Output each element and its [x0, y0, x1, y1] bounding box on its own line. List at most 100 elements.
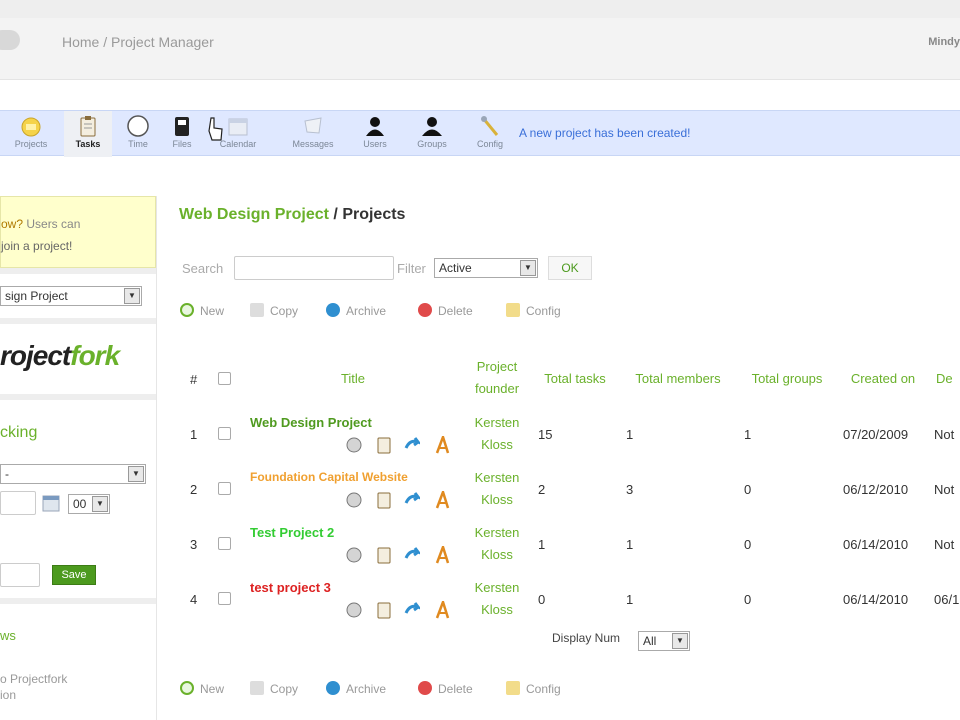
toolbar-item-groups[interactable]: Groups	[406, 111, 458, 157]
new-button[interactable]: New	[180, 681, 224, 701]
copy-button[interactable]: Copy	[250, 681, 298, 701]
pencil-icon[interactable]	[434, 488, 450, 509]
row-checkbox[interactable]	[218, 427, 231, 440]
toolbar-item-projects[interactable]: Projects	[4, 111, 58, 157]
row-total-tasks: 0	[538, 592, 546, 607]
minutes-select[interactable]: 00 ▼	[68, 494, 110, 514]
calendar-icon[interactable]	[42, 494, 60, 512]
action-label: Copy	[270, 682, 299, 696]
project-title-link[interactable]: Foundation Capital Website	[250, 470, 408, 484]
archive-button[interactable]: Archive	[326, 303, 386, 323]
pencil-icon[interactable]	[434, 543, 450, 564]
display-num-label: Display Num	[552, 631, 621, 645]
breadcrumb[interactable]: Home / Project Manager	[62, 34, 214, 50]
founder-last: Kloss	[481, 492, 513, 507]
new-button[interactable]: New	[180, 303, 224, 323]
header-founder-line: Project	[476, 359, 518, 374]
header-title[interactable]: Title	[318, 368, 388, 390]
chevron-down-icon: ▼	[520, 260, 536, 276]
clipboard-icon[interactable]	[376, 601, 392, 619]
delete-button[interactable]: Delete	[418, 303, 473, 323]
toolbar-item-config[interactable]: Config	[466, 111, 514, 157]
tracking-hours-input[interactable]	[0, 563, 40, 587]
toolbar-item-messages[interactable]: Messages	[282, 111, 344, 157]
toolbar-item-files[interactable]: Files	[162, 111, 202, 157]
tracking-date-input[interactable]	[0, 491, 36, 515]
display-num-value: All	[643, 634, 657, 648]
row-num: 3	[190, 537, 198, 552]
config-button[interactable]: Config	[506, 303, 561, 323]
logo-icon[interactable]	[0, 30, 20, 50]
pencil-icon[interactable]	[434, 598, 450, 619]
archive-arrow-icon[interactable]	[404, 601, 423, 619]
news-item[interactable]: o Projectfork	[0, 672, 67, 686]
search-icon[interactable]	[346, 491, 362, 509]
toolbar-item-tasks[interactable]: Tasks	[64, 111, 112, 157]
delete-button[interactable]: Delete	[418, 681, 473, 701]
time-tracking-heading: cking	[0, 424, 38, 441]
row-total-members: 1	[626, 592, 634, 607]
row-checkbox[interactable]	[218, 482, 231, 495]
header-deadline[interactable]: De	[936, 368, 960, 390]
notice-link[interactable]: Users can	[23, 217, 80, 231]
wrench-icon	[506, 303, 520, 317]
project-title-link[interactable]: Web Design Project	[250, 415, 372, 430]
row-founder[interactable]: Kersten Kloss	[466, 522, 528, 566]
clipboard-icon[interactable]	[376, 546, 392, 564]
select-all-checkbox[interactable]	[218, 372, 231, 385]
tracking-task-select[interactable]: - ▼	[0, 464, 146, 484]
search-icon[interactable]	[346, 601, 362, 619]
row-checkbox[interactable]	[218, 537, 231, 550]
founder-last: Kloss	[481, 547, 513, 562]
ok-button[interactable]: OK	[548, 256, 592, 280]
archive-arrow-icon[interactable]	[404, 436, 423, 454]
archive-arrow-icon[interactable]	[404, 491, 423, 509]
group-icon	[421, 115, 443, 137]
header-founder[interactable]: Project founder	[466, 356, 528, 400]
search-icon[interactable]	[346, 436, 362, 454]
archive-arrow-icon[interactable]	[404, 546, 423, 564]
filter-select[interactable]: Active ▼	[434, 258, 538, 278]
header-total-tasks[interactable]: Total tasks	[534, 368, 616, 390]
project-title-link[interactable]: test project 3	[250, 580, 331, 595]
clipboard-icon[interactable]	[376, 436, 392, 454]
toolbar-item-users[interactable]: Users	[354, 111, 396, 157]
row-checkbox[interactable]	[218, 592, 231, 605]
save-button[interactable]: Save	[52, 565, 96, 585]
logo-text: roject	[0, 340, 71, 371]
project-title-link[interactable]: Test Project 2	[250, 525, 334, 540]
project-link[interactable]: Web Design Project	[179, 206, 329, 223]
archive-button[interactable]: Archive	[326, 681, 386, 701]
toolbar-item-time[interactable]: Time	[118, 111, 158, 157]
project-select[interactable]: sign Project ▼	[0, 286, 142, 306]
row-total-members: 1	[626, 427, 634, 442]
founder-last: Kloss	[481, 437, 513, 452]
copy-button[interactable]: Copy	[250, 303, 298, 323]
pencil-icon[interactable]	[434, 433, 450, 454]
toolbar-label: Users	[363, 139, 387, 149]
row-founder[interactable]: Kersten Kloss	[466, 412, 528, 456]
news-item[interactable]: ion	[0, 688, 16, 702]
display-num-select[interactable]: All ▼	[638, 631, 690, 651]
sidebar-divider	[0, 268, 156, 274]
config-button[interactable]: Config	[506, 681, 561, 701]
row-total-groups: 0	[744, 537, 752, 552]
user-name[interactable]: Mindy	[928, 36, 960, 48]
clipboard-icon[interactable]	[376, 491, 392, 509]
search-icon[interactable]	[346, 546, 362, 564]
row-founder[interactable]: Kersten Kloss	[466, 467, 528, 511]
header-total-groups[interactable]: Total groups	[740, 368, 834, 390]
title-separator: /	[328, 206, 343, 223]
row-founder[interactable]: Kersten Kloss	[466, 577, 528, 621]
row-created-on: 07/20/2009	[843, 427, 909, 442]
header-created-on[interactable]: Created on	[840, 368, 926, 390]
header-total-members[interactable]: Total members	[622, 368, 734, 390]
search-input[interactable]	[234, 256, 394, 280]
toolbar-label: Config	[476, 139, 503, 149]
sidebar-divider	[0, 598, 156, 604]
row-total-tasks: 1	[538, 537, 546, 552]
toolbar-label: Messages	[292, 139, 334, 149]
row-total-members: 1	[626, 537, 634, 552]
action-label: Copy	[270, 304, 299, 318]
row-total-groups: 0	[744, 592, 752, 607]
